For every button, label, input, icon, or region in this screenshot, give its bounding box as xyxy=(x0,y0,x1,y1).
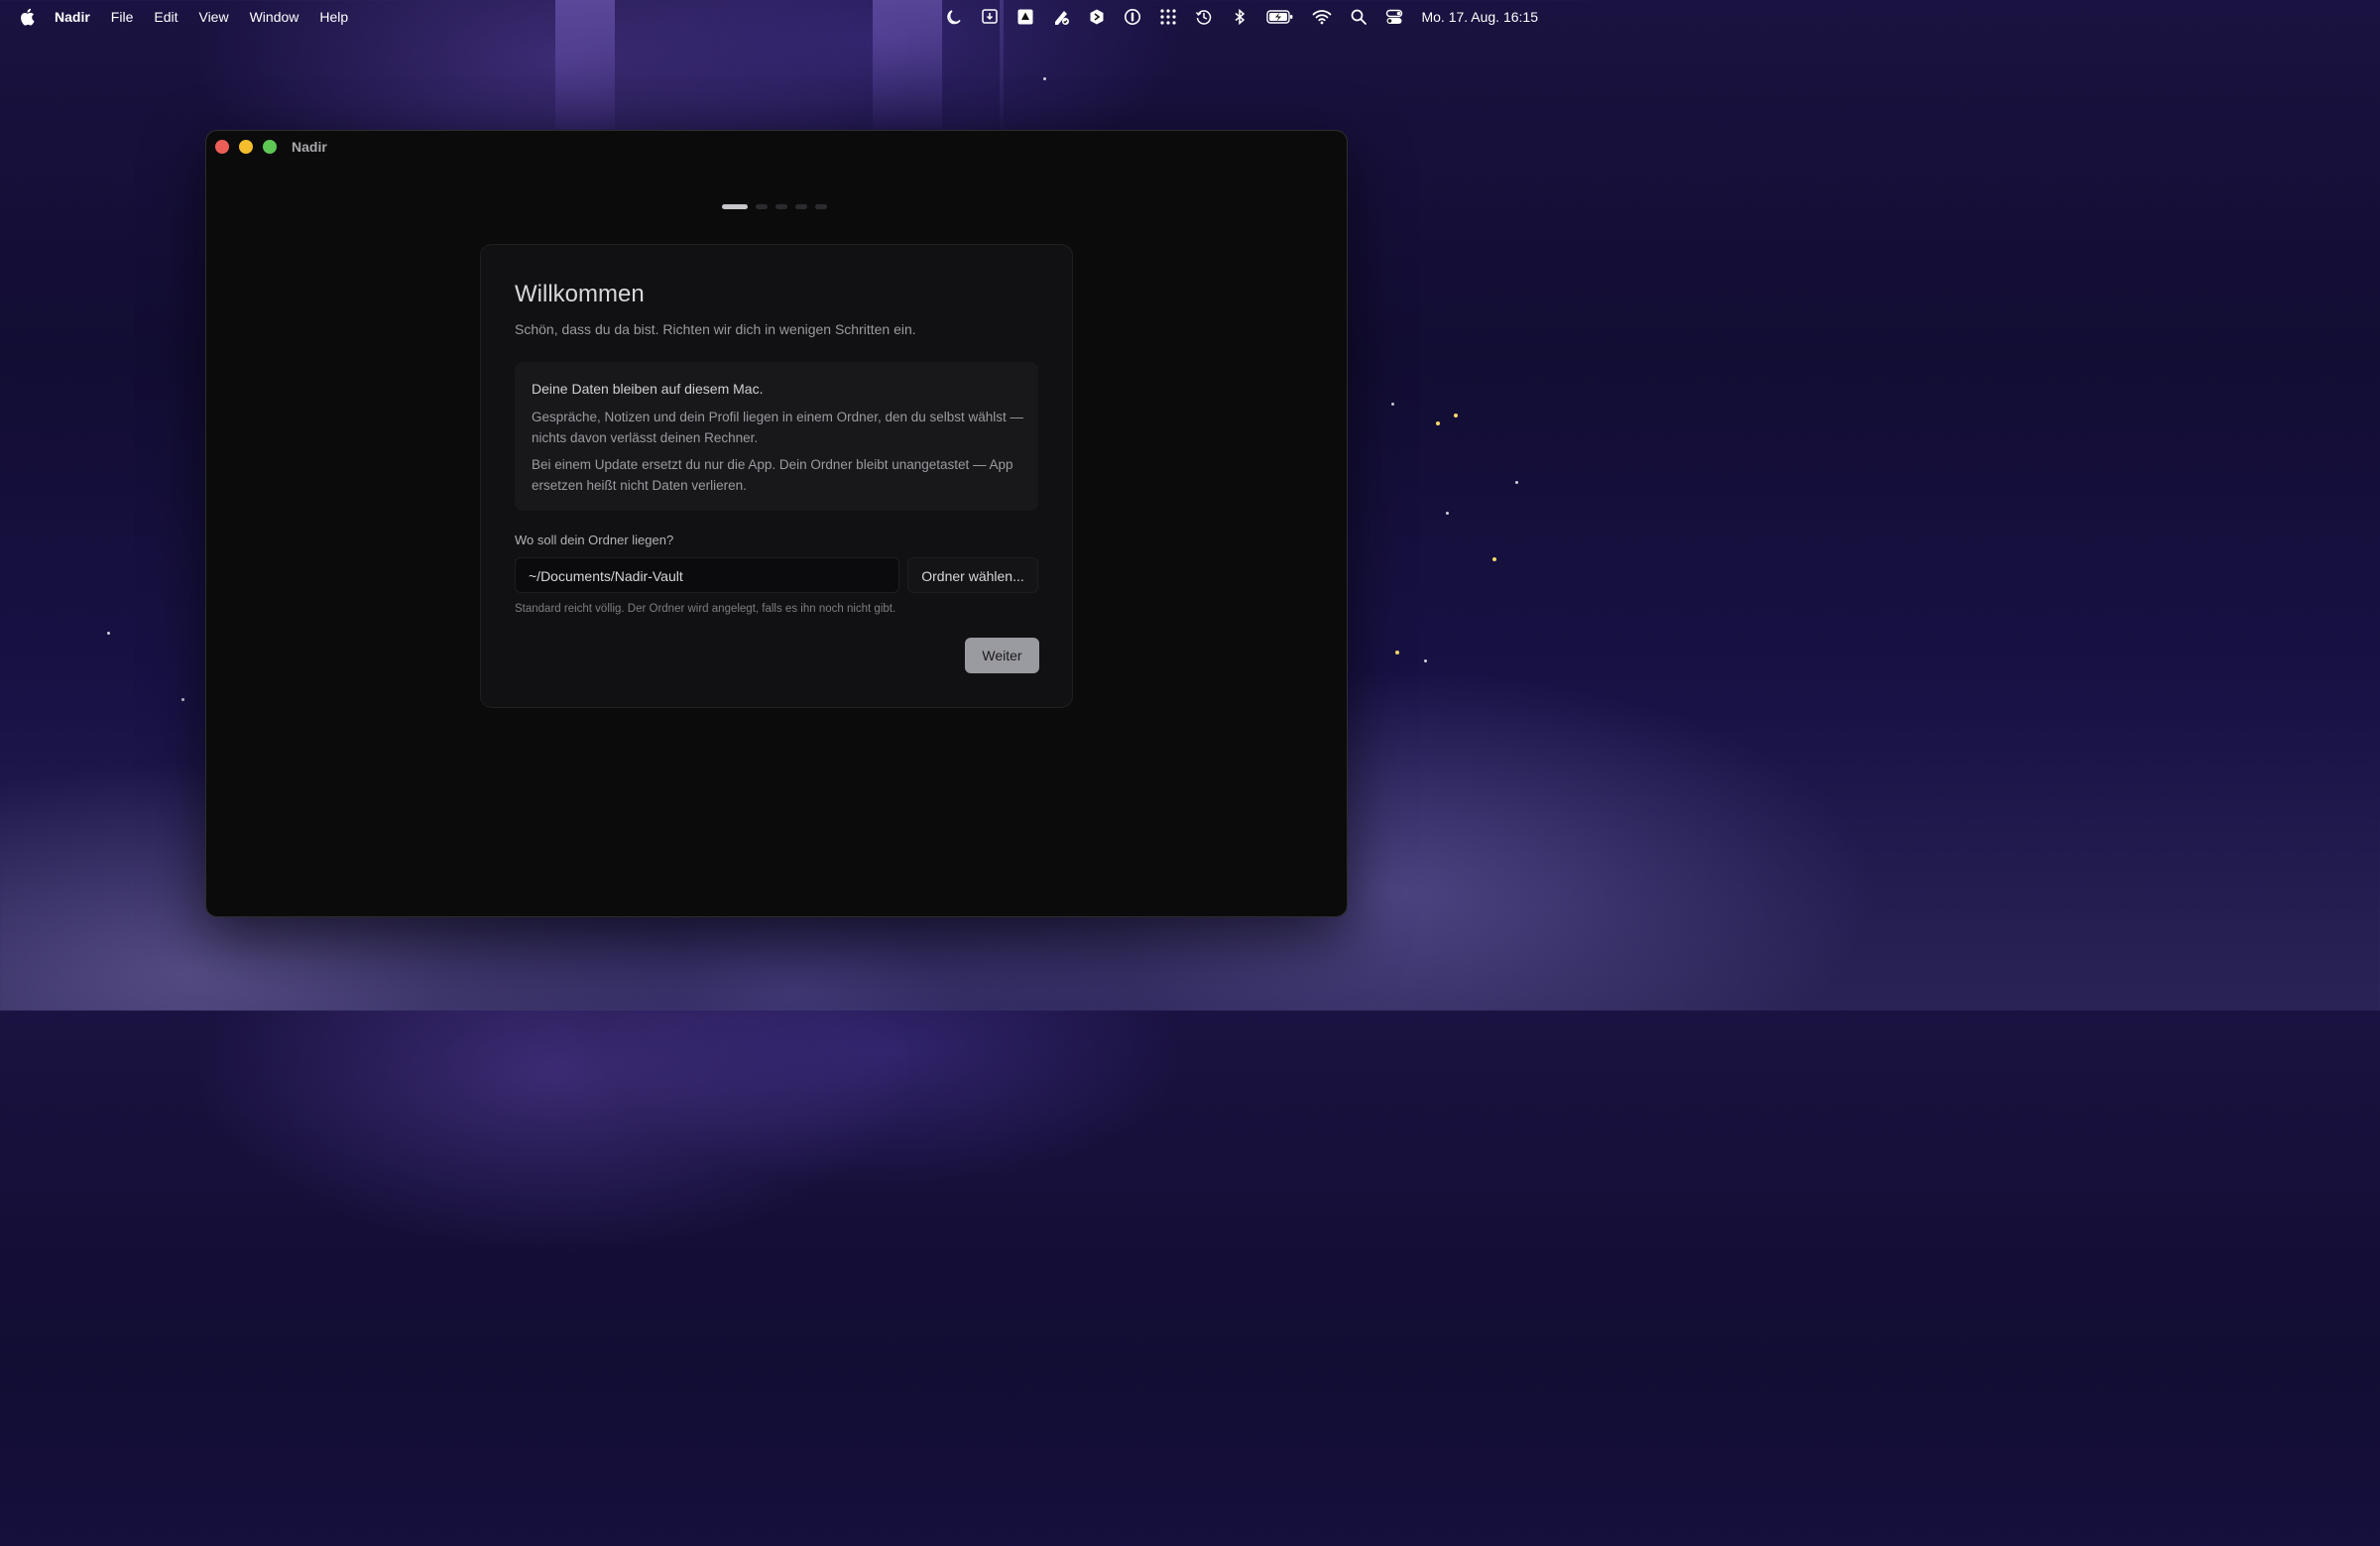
wallpaper-star xyxy=(1436,421,1440,425)
wallpaper-star xyxy=(1043,77,1046,80)
app-window: Nadir Willkommen Schön, dass du da bist.… xyxy=(205,130,1348,917)
menu-bar-clock[interactable]: Mo. 17. Aug. 16:15 xyxy=(1421,9,1538,25)
grid-dots-icon[interactable] xyxy=(1159,8,1177,26)
choose-folder-button[interactable]: Ordner wählen... xyxy=(907,557,1038,593)
window-title: Nadir xyxy=(292,139,327,155)
search-icon[interactable] xyxy=(1350,8,1368,26)
menu-view[interactable]: View xyxy=(198,9,228,25)
time-machine-icon[interactable] xyxy=(1195,8,1213,26)
window-controls xyxy=(215,140,287,154)
step-dot-4 xyxy=(795,204,807,209)
menu-app-name[interactable]: Nadir xyxy=(55,9,90,25)
wallpaper-star xyxy=(1391,403,1394,406)
shield-download-icon[interactable] xyxy=(981,8,999,26)
folder-path-input[interactable]: ~/Documents/Nadir-Vault xyxy=(515,557,899,593)
minimize-window-button[interactable] xyxy=(239,140,253,154)
paint-check-icon[interactable] xyxy=(1052,8,1070,26)
privacy-info-heading: Deine Daten bleiben auf diesem Mac. xyxy=(532,381,764,397)
welcome-title: Willkommen xyxy=(515,281,645,307)
menu-bar-tray: Mo. 17. Aug. 16:15 xyxy=(945,0,1555,34)
bluetooth-icon[interactable] xyxy=(1231,8,1249,26)
wifi-icon[interactable] xyxy=(1312,8,1332,26)
control-center-icon[interactable] xyxy=(1385,8,1403,26)
password-icon[interactable] xyxy=(1124,8,1141,26)
privacy-info-paragraph: Gespräche, Notizen und dein Profil liege… xyxy=(532,410,1024,445)
close-window-button[interactable] xyxy=(215,140,229,154)
wallpaper-star xyxy=(1395,651,1399,654)
step-dot-3 xyxy=(775,204,787,209)
step-dot-5 xyxy=(815,204,827,209)
apple-menu-icon[interactable] xyxy=(19,8,35,26)
wallpaper-star xyxy=(1492,557,1496,561)
menu-edit[interactable]: Edit xyxy=(154,9,178,25)
wallpaper-star xyxy=(1515,481,1518,484)
folder-location-label: Wo soll dein Ordner liegen? xyxy=(515,533,674,547)
onboarding-card: Willkommen Schön, dass du da bist. Richt… xyxy=(480,244,1073,708)
welcome-subtitle: Schön, dass du da bist. Richten wir dich… xyxy=(515,321,916,337)
menu-window[interactable]: Window xyxy=(250,9,299,25)
privacy-info-box: Deine Daten bleiben auf diesem Mac. Gesp… xyxy=(515,362,1038,511)
wallpaper-star xyxy=(1424,659,1427,662)
menu-help[interactable]: Help xyxy=(319,9,348,25)
wallpaper-star xyxy=(1446,512,1449,515)
step-dot-1-active xyxy=(722,204,748,209)
zoom-window-button[interactable] xyxy=(263,140,277,154)
next-button[interactable]: Weiter xyxy=(965,638,1039,673)
drive-icon[interactable] xyxy=(1016,8,1034,26)
step-dot-2 xyxy=(756,204,768,209)
update-info-paragraph: Bei einem Update ersetzt du nur die App.… xyxy=(532,457,1013,493)
menu-file[interactable]: File xyxy=(111,9,134,25)
wallpaper-star xyxy=(1454,414,1458,417)
menu-bar: Nadir File Edit View Window Help Mo. 17.… xyxy=(0,0,1555,34)
battery-charging-icon[interactable] xyxy=(1266,8,1294,26)
hexagon-icon[interactable] xyxy=(1088,8,1106,26)
folder-hint-text: Standard reicht völlig. Der Ordner wird … xyxy=(515,603,896,615)
wallpaper-star xyxy=(181,698,184,701)
wallpaper-star xyxy=(107,632,110,635)
moon-icon[interactable] xyxy=(945,8,963,26)
onboarding-step-indicator xyxy=(722,204,835,209)
